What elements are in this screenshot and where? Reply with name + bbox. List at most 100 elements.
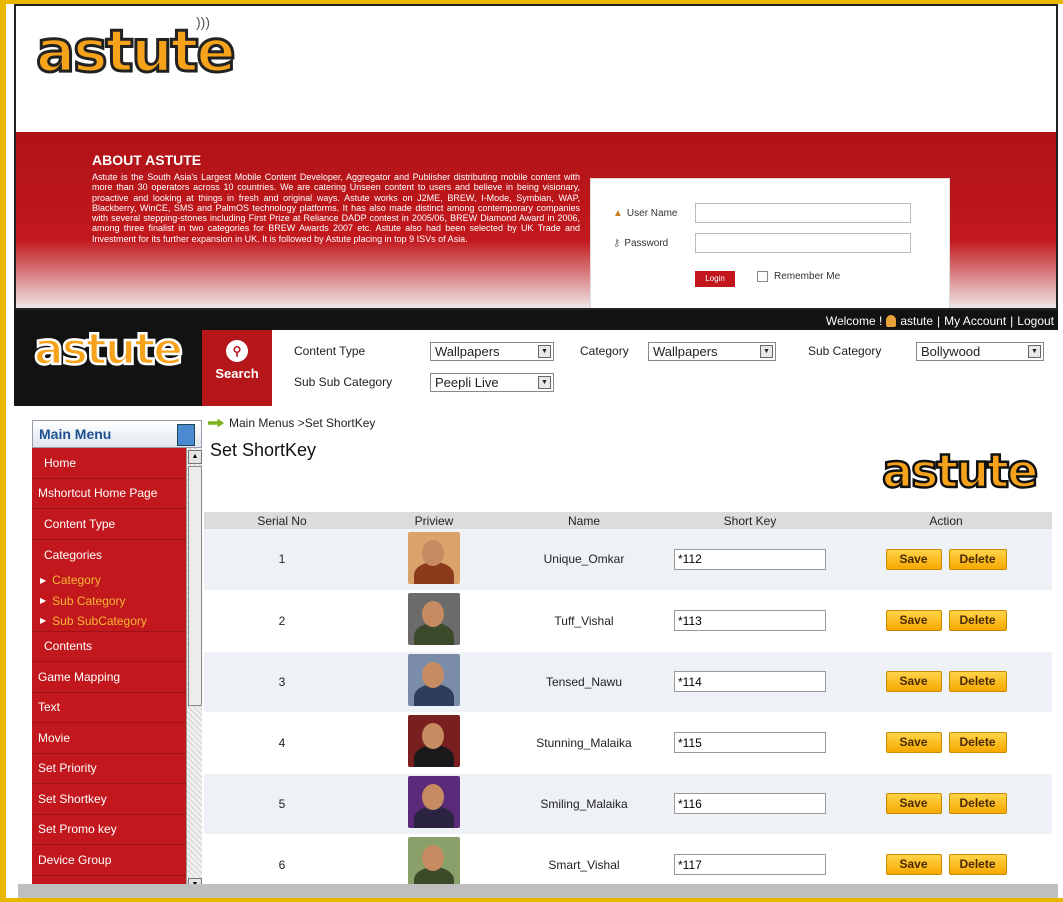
- preview-cell: [360, 712, 508, 774]
- separator: |: [937, 314, 941, 328]
- short-key-input[interactable]: [674, 671, 826, 692]
- content-type-label: Content Type: [294, 344, 366, 358]
- about-title: ABOUT ASTUTE: [92, 152, 202, 168]
- key-icon: ⚷: [613, 237, 621, 249]
- content-type-select[interactable]: Wallpapers ▼: [430, 342, 554, 361]
- sidebar-item-mshortcut-home[interactable]: Mshortcut Home Page: [32, 479, 186, 509]
- col-name: Name: [508, 512, 660, 529]
- sub-category-label: Sub Category: [808, 344, 882, 358]
- short-key-input[interactable]: [674, 854, 826, 875]
- save-button[interactable]: Save: [885, 548, 942, 570]
- preview-thumbnail: [408, 593, 460, 645]
- preview-cell: [360, 651, 508, 713]
- table-row: 2 Tuff_Vishal Save Delete: [204, 590, 1052, 652]
- sidebar-item-set-priority[interactable]: Set Priority: [32, 754, 186, 784]
- preview-thumbnail: [408, 837, 460, 889]
- admin-app: Welcome ! astute | My Account | Logout a…: [14, 310, 1058, 894]
- about-text: Astute is the South Asia's Largest Mobil…: [92, 172, 580, 244]
- sidebar: Main Menu Home Mshortcut Home Page Conte…: [32, 420, 202, 894]
- short-key-input[interactable]: [674, 793, 826, 814]
- save-button[interactable]: Save: [885, 793, 942, 814]
- welcome-text: Welcome !: [825, 314, 883, 328]
- delete-button[interactable]: Delete: [948, 732, 1007, 753]
- bottom-strip: [18, 884, 1058, 898]
- save-button[interactable]: Save: [885, 671, 942, 692]
- main-content: Main Menus >Set ShortKey Set ShortKey as…: [202, 406, 1058, 894]
- user-link[interactable]: astute: [900, 314, 933, 328]
- sidebar-item-home[interactable]: Home: [32, 448, 186, 479]
- remember-checkbox[interactable]: [757, 271, 768, 282]
- login-button[interactable]: Login: [695, 271, 735, 287]
- action-cell: Save Delete: [840, 773, 1052, 835]
- short-key-cell: [660, 529, 840, 591]
- login-form: ▲ User Name ⚷ Password Login Remember Me: [590, 178, 950, 308]
- short-key-input[interactable]: [674, 548, 826, 570]
- logout-link[interactable]: Logout: [1017, 314, 1054, 328]
- save-button[interactable]: Save: [885, 732, 942, 753]
- sidebar-subitem-sub-category[interactable]: ▶ Sub Category: [32, 591, 186, 612]
- main-menu-header: Main Menu: [32, 420, 202, 448]
- name-cell: Tensed_Nawu: [508, 651, 660, 713]
- book-icon: [177, 424, 195, 446]
- scroll-up-icon[interactable]: ▲: [188, 450, 202, 464]
- col-preview: Priview: [360, 512, 508, 529]
- short-key-input[interactable]: [674, 732, 826, 753]
- sidebar-item-set-promo-key[interactable]: Set Promo key: [32, 815, 186, 845]
- preview-thumbnail: [408, 715, 460, 767]
- search-icon: ⚲: [226, 340, 248, 362]
- save-button[interactable]: Save: [885, 854, 942, 875]
- password-input[interactable]: [695, 233, 911, 253]
- sidebar-subitem-category[interactable]: ▶ Category: [32, 570, 186, 591]
- search-label: Search: [215, 366, 259, 381]
- sidebar-item-set-shortkey[interactable]: Set Shortkey: [32, 784, 186, 815]
- table-header: Serial No Priview Name Short Key Action: [204, 512, 1052, 529]
- name-cell: Tuff_Vishal: [508, 590, 660, 652]
- category-label: Category: [580, 344, 629, 358]
- sidebar-item-movie[interactable]: Movie: [32, 723, 186, 754]
- delete-button[interactable]: Delete: [948, 548, 1007, 570]
- separator: |: [1010, 314, 1014, 328]
- short-key-cell: [660, 590, 840, 652]
- username-input[interactable]: [695, 203, 911, 223]
- sidebar-subitem-sub-subcategory[interactable]: ▶ Sub SubCategory: [32, 611, 186, 632]
- save-button[interactable]: Save: [885, 610, 942, 631]
- password-label: Password: [624, 237, 669, 249]
- main-menu-title: Main Menu: [39, 426, 112, 442]
- sidebar-scrollbar[interactable]: ▲ ▼: [186, 448, 202, 894]
- action-cell: Save Delete: [840, 651, 1052, 713]
- sidebar-item-game-mapping[interactable]: Game Mapping: [32, 662, 186, 693]
- sidebar-item-device-group[interactable]: Device Group: [32, 845, 186, 876]
- sub-sub-category-select[interactable]: Peepli Live ▼: [430, 373, 554, 392]
- delete-button[interactable]: Delete: [948, 671, 1007, 692]
- chevron-down-icon: ▼: [538, 376, 551, 389]
- my-account-link[interactable]: My Account: [944, 314, 1006, 328]
- astute-logo: astute ))): [35, 14, 238, 85]
- delete-button[interactable]: Delete: [948, 854, 1007, 875]
- table-row: 5 Smiling_Malaika Save Delete: [204, 773, 1052, 835]
- sidebar-item-categories[interactable]: Categories: [32, 540, 186, 571]
- shortkey-table: Serial No Priview Name Short Key Action …: [204, 512, 1052, 894]
- col-action: Action: [840, 512, 1052, 529]
- password-row: ⚷ Password: [613, 233, 911, 253]
- sidebar-item-contents[interactable]: Contents: [32, 632, 186, 662]
- table-row: 4 Stunning_Malaika Save Delete: [204, 712, 1052, 774]
- chevron-down-icon: ▼: [1028, 345, 1041, 358]
- short-key-input[interactable]: [674, 610, 826, 631]
- sidebar-item-text[interactable]: Text: [32, 693, 186, 723]
- remember-me[interactable]: Remember Me: [757, 271, 840, 282]
- serial-cell: 2: [204, 590, 360, 652]
- caret-right-icon: ▶: [40, 575, 47, 585]
- serial-cell: 1: [204, 529, 360, 591]
- sidebar-item-content-type[interactable]: Content Type: [32, 509, 186, 540]
- scroll-thumb[interactable]: [188, 466, 202, 706]
- name-cell: Smiling_Malaika: [508, 773, 660, 835]
- category-select[interactable]: Wallpapers ▼: [648, 342, 776, 361]
- short-key-cell: [660, 773, 840, 835]
- sub-category-select[interactable]: Bollywood ▼: [916, 342, 1044, 361]
- search-button[interactable]: ⚲ Search: [202, 330, 272, 406]
- serial-cell: 5: [204, 773, 360, 835]
- delete-button[interactable]: Delete: [948, 793, 1007, 814]
- delete-button[interactable]: Delete: [948, 610, 1007, 631]
- short-key-cell: [660, 651, 840, 713]
- name-cell: Stunning_Malaika: [508, 712, 660, 774]
